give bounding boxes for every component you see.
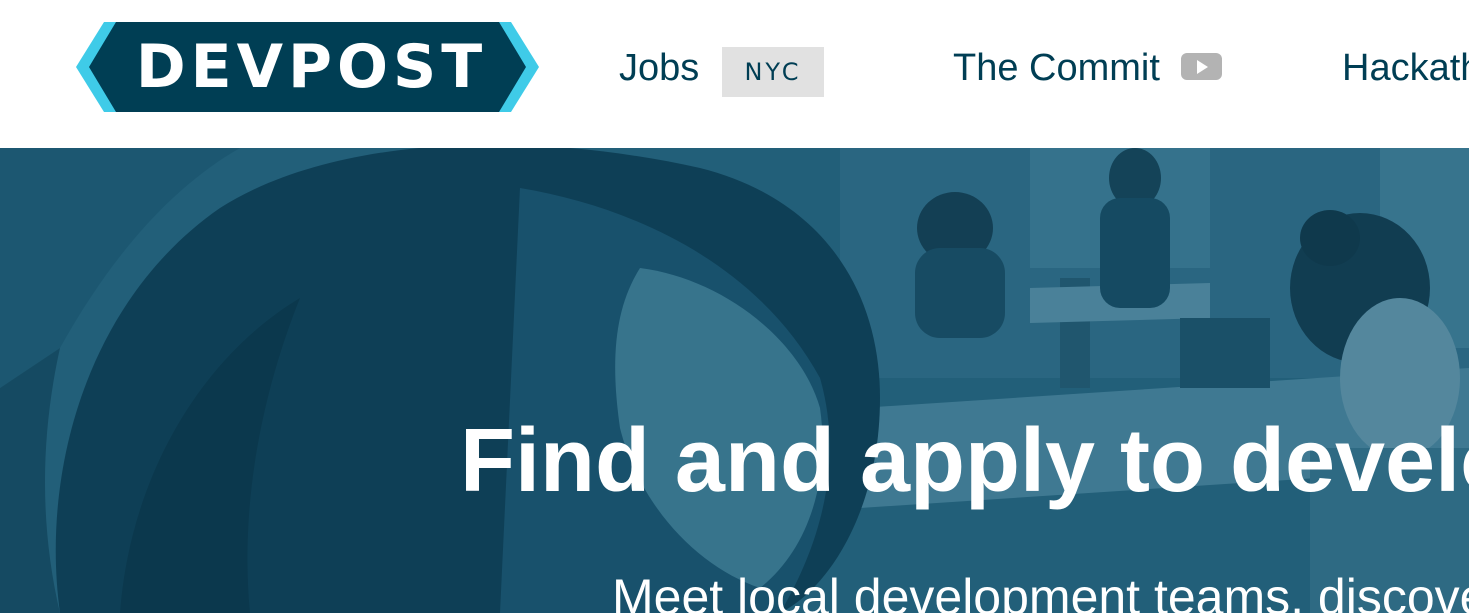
logo-text: DEVPOST: [135, 32, 488, 102]
hero-banner: Find and apply to developer jobs Meet lo…: [0, 148, 1469, 613]
play-video-icon: [1181, 53, 1222, 80]
hero-background-photo: [0, 148, 1469, 613]
site-header: DEVPOST Jobs NYC The Commit Hackathons: [0, 0, 1469, 148]
nav-jobs-link[interactable]: Jobs: [619, 47, 699, 90]
hero-title: Find and apply to developer jobs: [460, 411, 1469, 511]
nav-hackathons-link[interactable]: Hackathons: [1342, 47, 1469, 90]
nav-jobs-location-badge[interactable]: NYC: [722, 47, 824, 97]
hero-subtitle: Meet local development teams, discover: [612, 569, 1469, 613]
page: DEVPOST Jobs NYC The Commit Hackathons: [0, 0, 1469, 613]
nav-the-commit-link[interactable]: The Commit: [953, 47, 1160, 90]
devpost-logo[interactable]: DEVPOST: [76, 22, 539, 112]
